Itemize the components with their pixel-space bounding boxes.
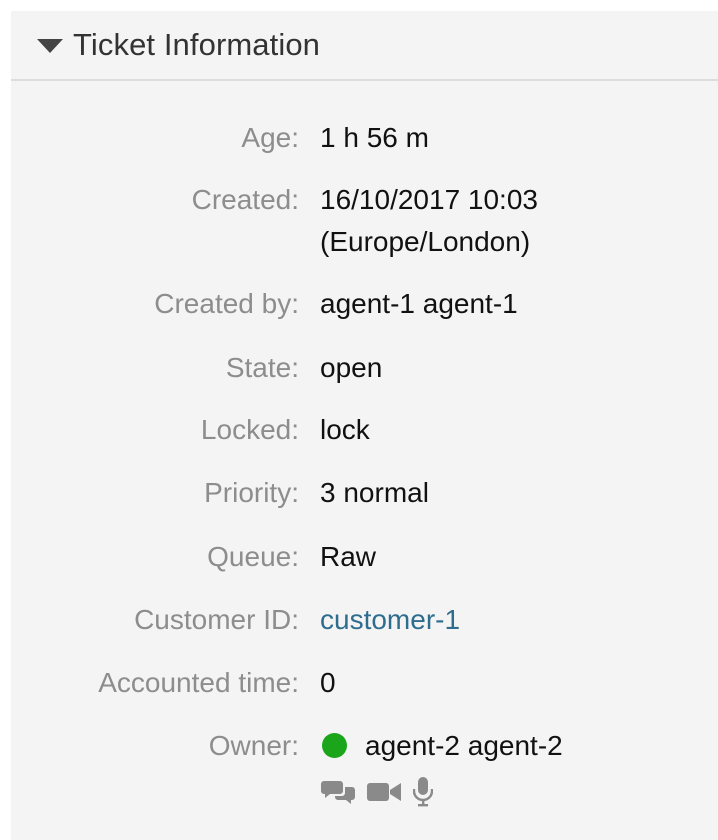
field-label-state: State: xyxy=(225,352,299,383)
ticket-information-widget: Ticket Information Age: 1 h 56 m Created… xyxy=(11,11,718,840)
owner-contact-actions xyxy=(321,777,433,807)
field-label-locked: Locked: xyxy=(200,414,299,445)
field-value-created-by: agent-1 agent-1 xyxy=(320,288,518,319)
field-label-customer-id: Customer ID: xyxy=(134,604,299,635)
chat-icon[interactable] xyxy=(321,779,355,805)
field-value-accounted-time: 0 xyxy=(320,667,336,698)
field-value-age: 1 h 56 m xyxy=(320,122,429,153)
field-label-created: Created: xyxy=(191,184,299,215)
field-label-owner: Owner: xyxy=(208,730,299,761)
field-label-age: Age: xyxy=(241,122,299,153)
video-call-icon[interactable] xyxy=(367,780,401,804)
field-label-priority: Priority: xyxy=(204,477,299,508)
field-value-locked: lock xyxy=(320,414,370,445)
microphone-icon[interactable] xyxy=(413,777,433,807)
field-value-queue: Raw xyxy=(320,541,377,572)
field-label-queue: Queue: xyxy=(207,541,299,572)
field-label-accounted-time: Accounted time: xyxy=(98,667,299,698)
field-label-created-by: Created by: xyxy=(154,288,299,319)
field-value-owner: agent-2 agent-2 xyxy=(365,730,563,761)
field-value-created-timezone: (Europe/London) xyxy=(320,226,531,257)
customer-id-link[interactable]: customer-1 xyxy=(320,599,460,641)
field-value-priority: 3 normal xyxy=(320,477,429,508)
online-status-indicator xyxy=(322,733,347,758)
field-value-created-date: 16/10/2017 10:03 xyxy=(320,184,538,215)
field-value-state: open xyxy=(320,352,383,383)
